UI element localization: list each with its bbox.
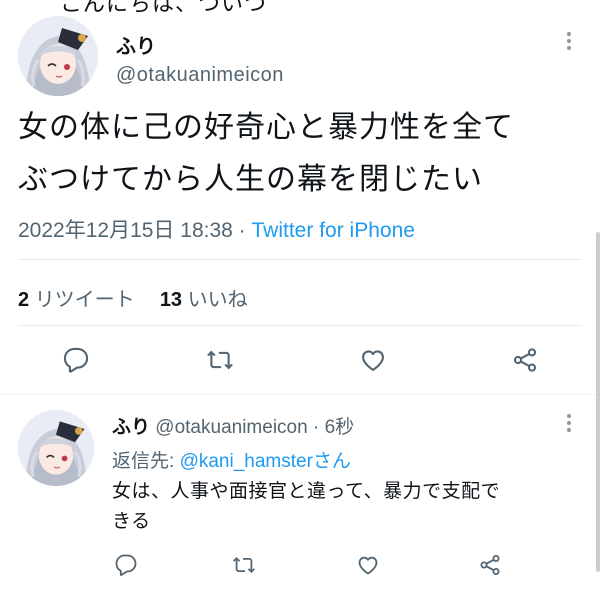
retweet-label: リツイート bbox=[34, 289, 135, 311]
like-stat[interactable]: 13 いいね bbox=[160, 289, 248, 311]
divider bbox=[18, 325, 582, 326]
heart-icon bbox=[358, 556, 378, 575]
tweet-text-line: 女の体に己の好奇心と暴力性を全て bbox=[18, 111, 514, 144]
retweet-icon bbox=[233, 557, 255, 573]
share-button[interactable] bbox=[505, 342, 545, 378]
reply-button[interactable] bbox=[110, 550, 142, 580]
share-icon bbox=[480, 555, 500, 575]
retweet-count: 2 bbox=[18, 289, 30, 311]
tweet-text: 女は、人事や面接官と違って、暴力で支配で きる bbox=[112, 477, 500, 537]
heart-icon bbox=[362, 350, 384, 371]
reply-icon bbox=[63, 347, 89, 373]
share-button[interactable] bbox=[474, 550, 506, 580]
tweet-text-line: ぶつけてから人生の幕を閉じたい bbox=[18, 163, 483, 196]
replying-to-label: 返信先: bbox=[112, 451, 175, 472]
timestamp[interactable]: 2022年12月15日 18:38 bbox=[18, 219, 233, 242]
tweet-text: 女の体に己の好奇心と暴力性を全て ぶつけてから人生の幕を閉じたい bbox=[18, 102, 514, 206]
header-separator: · bbox=[312, 417, 320, 438]
mention-link[interactable]: @kani_hamsterさん bbox=[180, 451, 351, 472]
like-count: 13 bbox=[159, 289, 183, 311]
display-name[interactable]: ふり bbox=[112, 417, 150, 438]
retweet-button[interactable] bbox=[228, 550, 260, 580]
handle[interactable]: @otakuanimeicon bbox=[155, 417, 307, 438]
divider bbox=[0, 394, 600, 395]
tweet-meta: 2022年12月15日 18:38 · Twitter for iPhone bbox=[18, 214, 415, 244]
meta-separator: · bbox=[238, 219, 246, 242]
avatar-image bbox=[18, 410, 94, 486]
source-link[interactable]: Twitter for iPhone bbox=[252, 219, 415, 242]
share-icon bbox=[513, 348, 537, 372]
more-icon[interactable] bbox=[566, 414, 572, 432]
relative-time[interactable]: 6秒 bbox=[325, 417, 355, 438]
like-label: いいね bbox=[187, 289, 248, 311]
divider bbox=[18, 259, 582, 260]
display-name[interactable]: ふり bbox=[116, 30, 156, 59]
like-button[interactable] bbox=[352, 550, 384, 580]
avatar[interactable] bbox=[18, 16, 98, 96]
like-button[interactable] bbox=[353, 342, 393, 378]
avatar[interactable] bbox=[18, 410, 94, 486]
previous-content-fragment: こんにちは、ついつ bbox=[60, 0, 268, 16]
reply-icon bbox=[115, 554, 137, 576]
retweet-icon bbox=[207, 350, 233, 370]
reply-button[interactable] bbox=[56, 342, 96, 378]
scrollbar[interactable] bbox=[596, 232, 600, 572]
mention-handle: @kani_hamster bbox=[179, 451, 313, 472]
retweet-stat[interactable]: 2 リツイート bbox=[18, 289, 135, 311]
handle[interactable]: @otakuanimeicon bbox=[116, 64, 284, 87]
replying-to: 返信先: @kani_hamsterさん bbox=[112, 446, 351, 473]
reply-header: ふり @otakuanimeicon · 6秒 bbox=[112, 412, 354, 439]
mention-suffix: さん bbox=[312, 451, 351, 472]
tweet-text-line: きる bbox=[112, 511, 151, 532]
tweet-text-line: 女は、人事や面接官と違って、暴力で支配で bbox=[112, 481, 501, 502]
engagement-stats: 2 リツイート 13 いいね bbox=[18, 283, 248, 312]
more-icon[interactable] bbox=[566, 32, 572, 50]
avatar-image bbox=[18, 16, 98, 96]
retweet-button[interactable] bbox=[200, 342, 240, 378]
